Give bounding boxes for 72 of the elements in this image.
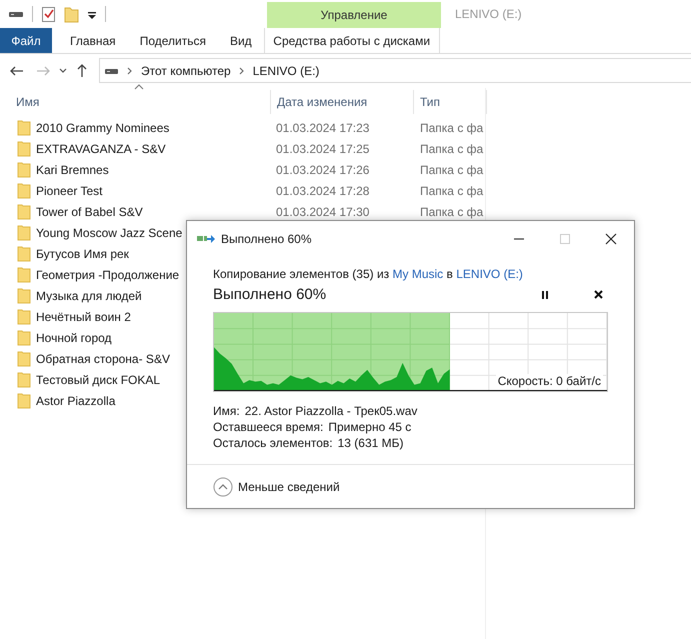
dialog-title: Выполнено 60% xyxy=(221,232,312,246)
folder-link[interactable]: My Music xyxy=(392,267,444,281)
folder-icon xyxy=(17,308,31,324)
modified-date: 01.03.2024 17:23 xyxy=(276,120,370,134)
file-name[interactable]: Kari Bremnes xyxy=(36,162,109,176)
file-type: Папка с фа xyxy=(420,162,484,176)
file-name[interactable]: Astor Piazzolla xyxy=(36,394,116,408)
file-type: Папка с фа xyxy=(420,120,484,134)
chevron-icon[interactable] xyxy=(238,66,245,74)
folder-icon xyxy=(17,182,31,198)
file-name[interactable]: Young Moscow Jazz Scene xyxy=(36,226,182,240)
properties-icon[interactable] xyxy=(41,6,56,22)
copy-summary: Копирование элементов (35) из My Music в LENIVO (E:) xyxy=(213,267,524,281)
column-header[interactable]: Имя xyxy=(0,90,271,114)
detail-label: Оставшееся время: xyxy=(213,420,324,434)
folder-icon xyxy=(17,246,31,262)
file-name[interactable]: Геометрия -Продолжение xyxy=(36,268,180,282)
ribbon-tab[interactable]: Вид xyxy=(218,28,264,53)
folder-icon xyxy=(17,140,31,156)
file-type: Папка с фа xyxy=(420,142,484,156)
folder-link[interactable]: LENIVO (E:) xyxy=(456,267,523,281)
close-icon[interactable] xyxy=(594,290,603,299)
file-name[interactable]: Tower of Babel S&V xyxy=(36,204,143,218)
file-name[interactable]: Нечётный воин 2 xyxy=(36,310,131,324)
file-name[interactable]: Бутусов Имя рек xyxy=(36,246,129,260)
folder-icon xyxy=(17,162,31,178)
file-name[interactable]: Музыка для людей xyxy=(36,288,142,302)
folder-icon xyxy=(17,224,31,240)
detail-value: 22. Astor Piazzolla - Трек05.wav xyxy=(244,404,418,418)
folder-icon xyxy=(17,350,31,366)
back-icon[interactable] xyxy=(9,64,25,78)
folder-icon xyxy=(17,392,31,408)
context-tab-header: Управление xyxy=(267,2,441,28)
file-name[interactable]: Ночной город xyxy=(36,330,112,344)
modified-date: 01.03.2024 17:28 xyxy=(276,184,370,198)
folder-icon xyxy=(17,266,31,282)
collapse-icon xyxy=(213,476,233,496)
transfer-speed: Скорость: 0 байт/с xyxy=(496,374,603,388)
folder-icon xyxy=(17,204,31,220)
ribbon-tab[interactable]: Поделиться xyxy=(128,28,218,53)
folder-icon xyxy=(17,288,31,304)
breadcrumb[interactable]: Этот компьютер xyxy=(141,64,231,78)
breadcrumb[interactable]: LENIVO (E:) xyxy=(252,64,320,78)
window-title: LENIVO (E:) xyxy=(454,7,522,21)
ribbon-tab[interactable]: Главная xyxy=(58,28,128,53)
folder-icon xyxy=(17,330,31,346)
detail-label: Имя: xyxy=(213,404,240,418)
column-header[interactable]: Дата изменения xyxy=(271,90,414,114)
file-name[interactable]: Обратная сторона- S&V xyxy=(36,352,170,366)
file-menu-tab[interactable]: Файл xyxy=(0,28,52,53)
detail-value: Примерно 45 с xyxy=(328,420,412,434)
pause-icon[interactable] xyxy=(541,290,549,298)
detail-value: 13 (631 МБ) xyxy=(338,436,404,450)
copy-icon xyxy=(197,233,215,245)
fewer-details-button[interactable]: Меньше сведений xyxy=(213,476,340,496)
folder-icon xyxy=(17,120,31,136)
detail-label: Осталось элементов: xyxy=(213,436,333,450)
file-name[interactable]: Тестовый диск FOKAL xyxy=(36,372,160,386)
modified-date: 01.03.2024 17:25 xyxy=(276,142,370,156)
chevron-icon[interactable] xyxy=(127,66,133,74)
recent-dropdown-icon[interactable] xyxy=(59,67,67,74)
modified-date: 01.03.2024 17:26 xyxy=(276,162,370,176)
file-type: Папка с фа xyxy=(420,184,484,198)
address-bar[interactable]: Этот компьютер LENIVO (E:) xyxy=(99,58,691,83)
folder-icon xyxy=(17,372,31,388)
progress-heading: Выполнено 60% xyxy=(213,286,328,303)
up-icon[interactable] xyxy=(75,63,89,78)
file-name[interactable]: EXTRAVAGANZA - S&V xyxy=(36,142,166,156)
file-name[interactable]: 2010 Grammy Nominees xyxy=(36,120,170,134)
file-name[interactable]: Pioneer Test xyxy=(36,184,102,198)
modified-date: 01.03.2024 17:30 xyxy=(276,204,370,218)
file-type: Папка с фа xyxy=(420,204,484,218)
